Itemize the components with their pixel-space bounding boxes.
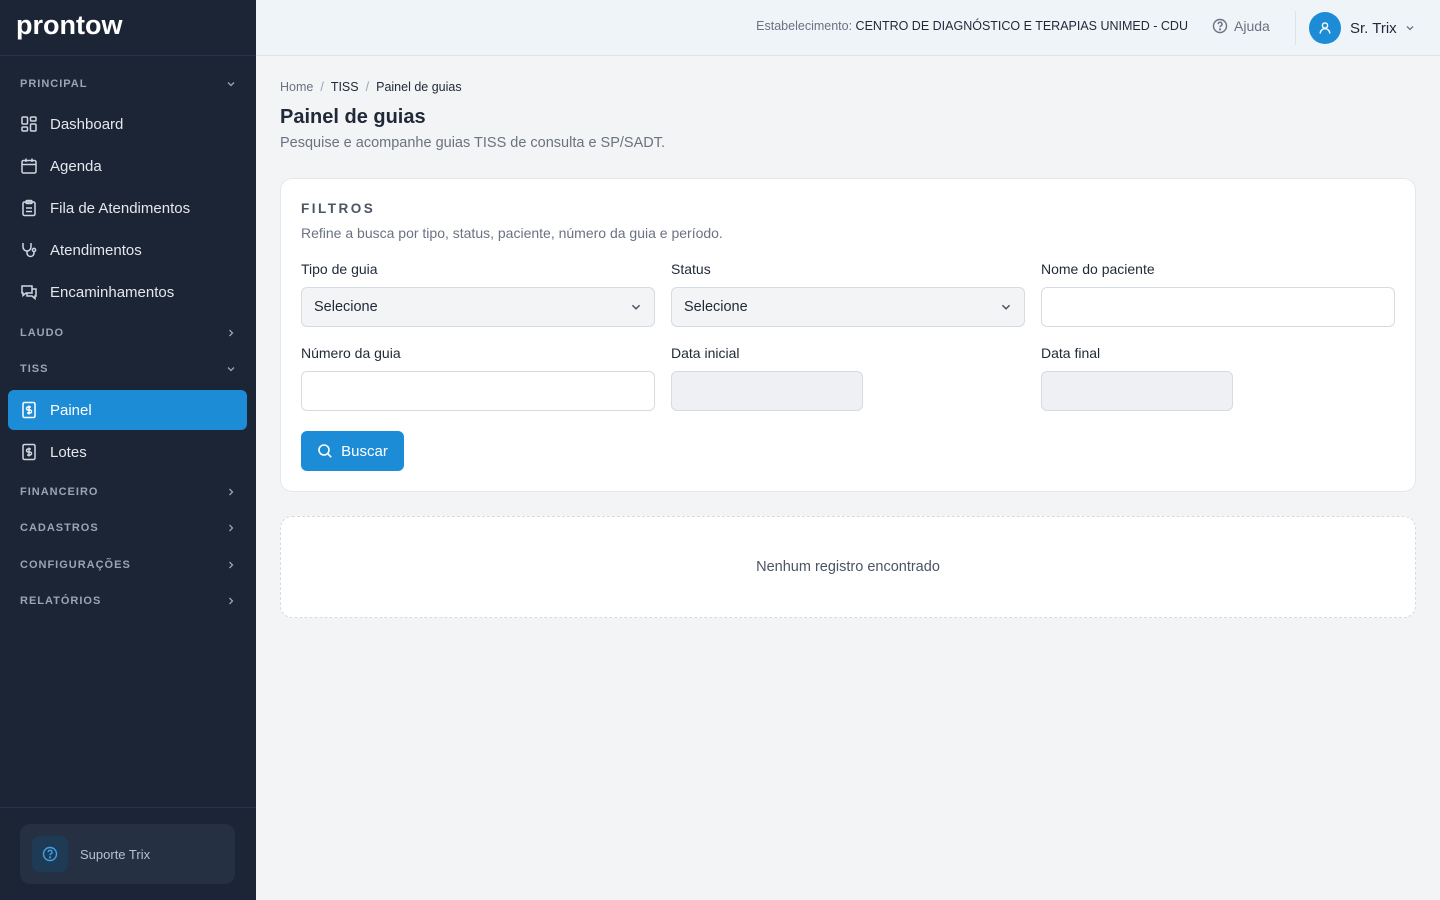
prontow-logo[interactable]: prontow xyxy=(16,12,128,42)
page-title: Painel de guias xyxy=(280,106,426,128)
section-label: CADASTROS xyxy=(20,522,99,534)
sidebar-item-dashboard[interactable]: Dashboard xyxy=(8,104,247,144)
sidebar-section-cadastros[interactable]: CADASTROS xyxy=(20,519,236,537)
help-circle-icon xyxy=(42,846,58,862)
data-final-label: Data final xyxy=(1041,345,1101,361)
sidebar-item-atendimentos[interactable]: Atendimentos xyxy=(8,230,247,270)
breadcrumb-tiss[interactable]: TISS xyxy=(331,80,359,94)
data-inicial-input[interactable] xyxy=(671,371,863,411)
section-label: LAUDO xyxy=(20,327,65,339)
sidebar-section-configuracoes[interactable]: CONFIGURAÇÕES xyxy=(20,556,236,574)
results-empty-state: Nenhum registro encontrado xyxy=(280,516,1416,618)
sidebar-item-label: Lotes xyxy=(50,443,87,461)
nome-paciente-label: Nome do paciente xyxy=(1041,261,1155,277)
filters-title: FILTROS xyxy=(301,201,376,216)
chevron-down-icon xyxy=(1001,304,1011,310)
page-subtitle: Pesquise e acompanhe guias TISS de consu… xyxy=(280,135,666,151)
user-icon xyxy=(1319,22,1331,34)
chevron-down-icon xyxy=(631,304,641,310)
stethoscope-icon xyxy=(22,243,37,258)
chevron-right-icon xyxy=(229,488,234,496)
chevron-right-icon xyxy=(229,329,234,337)
avatar xyxy=(1309,12,1341,44)
sidebar-item-label: Painel xyxy=(50,401,92,419)
sidebar-item-label: Encaminhamentos xyxy=(50,283,175,301)
chevron-right-icon xyxy=(229,597,234,605)
dashboard-icon xyxy=(21,116,37,132)
help-link[interactable]: Ajuda xyxy=(1212,18,1270,34)
filters-subtitle: Refine a busca por tipo, status, pacient… xyxy=(301,225,723,241)
establishment-label: Estabelecimento: xyxy=(756,19,853,33)
establishment-value: CENTRO DE DIAGNÓSTICO E TERAPIAS UNIMED … xyxy=(855,19,1188,33)
help-circle-icon xyxy=(1212,18,1228,34)
search-button-label: Buscar xyxy=(341,442,388,460)
sidebar-section-principal[interactable]: PRINCIPAL xyxy=(20,75,236,93)
sidebar-item-label: Agenda xyxy=(50,157,102,175)
nome-paciente-input[interactable] xyxy=(1041,287,1395,327)
header-divider xyxy=(1295,11,1296,45)
chevron-down-icon xyxy=(1406,26,1414,31)
user-menu[interactable]: Sr. Trix xyxy=(1309,12,1415,44)
sidebar-item-painel[interactable]: Painel xyxy=(8,390,247,430)
svg-text:prontow: prontow xyxy=(16,12,123,40)
tipo-guia-select[interactable]: Selecione xyxy=(301,287,655,327)
sidebar-divider xyxy=(0,807,256,808)
sidebar-item-fila[interactable]: Fila de Atendimentos xyxy=(8,188,247,228)
data-final-input[interactable] xyxy=(1041,371,1233,411)
empty-message: Nenhum registro encontrado xyxy=(756,559,940,575)
section-label: CONFIGURAÇÕES xyxy=(20,559,131,571)
receipt-dollar-icon xyxy=(22,443,36,461)
establishment-info: Estabelecimento: CENTRO DE DIAGNÓSTICO E… xyxy=(756,19,1188,33)
sidebar-divider xyxy=(0,55,256,56)
user-name: Sr. Trix xyxy=(1350,19,1397,37)
sidebar-item-encaminhamentos[interactable]: Encaminhamentos xyxy=(8,272,247,312)
top-bar: Estabelecimento: CENTRO DE DIAGNÓSTICO E… xyxy=(256,0,1440,56)
breadcrumb: Home / TISS / Painel de guias xyxy=(280,80,462,94)
support-label: Suporte Trix xyxy=(80,846,151,862)
sidebar-section-laudo[interactable]: LAUDO xyxy=(20,324,236,342)
numero-guia-input[interactable] xyxy=(301,371,655,411)
breadcrumb-separator: / xyxy=(365,80,370,94)
numero-guia-label: Número da guia xyxy=(301,345,401,361)
calendar-icon xyxy=(21,158,37,174)
data-inicial-label: Data inicial xyxy=(671,345,740,361)
sidebar-section-relatorios[interactable]: RELATÓRIOS xyxy=(20,592,236,610)
chevron-right-icon xyxy=(229,561,234,569)
help-label: Ajuda xyxy=(1234,18,1270,34)
filters-card: FILTROS Refine a busca por tipo, status,… xyxy=(280,178,1416,492)
tipo-guia-label: Tipo de guia xyxy=(301,261,378,277)
search-button[interactable]: Buscar xyxy=(301,431,404,471)
section-label: PRINCIPAL xyxy=(20,78,88,90)
sidebar-item-label: Fila de Atendimentos xyxy=(50,199,191,217)
section-label: TISS xyxy=(20,363,49,375)
support-button[interactable]: Suporte Trix xyxy=(20,824,235,884)
status-select[interactable]: Selecione xyxy=(671,287,1025,327)
section-label: RELATÓRIOS xyxy=(20,595,102,607)
sidebar-item-label: Dashboard xyxy=(50,115,124,133)
chevron-down-icon xyxy=(227,367,235,372)
breadcrumb-home[interactable]: Home xyxy=(280,80,313,94)
sidebar-item-label: Atendimentos xyxy=(50,241,142,259)
sidebar-item-lotes[interactable]: Lotes xyxy=(8,432,247,472)
messages-icon xyxy=(21,285,37,301)
chevron-down-icon xyxy=(227,82,235,87)
select-value: Selecione xyxy=(314,299,378,315)
select-value: Selecione xyxy=(684,299,748,315)
chevron-right-icon xyxy=(229,524,234,532)
receipt-dollar-icon xyxy=(22,401,36,419)
clipboard-icon xyxy=(22,199,36,217)
breadcrumb-current: Painel de guias xyxy=(376,80,462,94)
sidebar: prontow PRINCIPAL Dashboard Agenda Fila … xyxy=(0,0,256,900)
sidebar-section-financeiro[interactable]: FINANCEIRO xyxy=(20,483,236,501)
search-icon xyxy=(318,444,332,458)
breadcrumb-separator: / xyxy=(320,80,324,94)
section-label: FINANCEIRO xyxy=(20,486,99,498)
sidebar-item-agenda[interactable]: Agenda xyxy=(8,146,247,186)
support-icon-wrapper xyxy=(32,836,68,872)
sidebar-section-tiss[interactable]: TISS xyxy=(20,360,236,378)
status-label: Status xyxy=(671,261,711,277)
